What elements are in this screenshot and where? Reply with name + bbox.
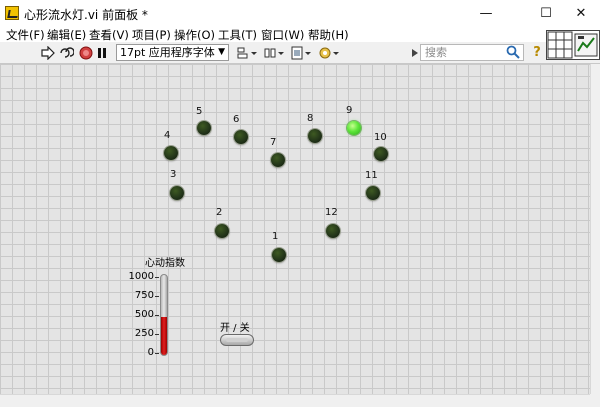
- align-objects-icon[interactable]: [236, 45, 258, 61]
- close-icon: ✕: [575, 5, 587, 21]
- led-label-12: 12: [325, 207, 338, 218]
- gauge-tick-label: 1000: [128, 271, 154, 282]
- horizontal-scrollbar[interactable]: [0, 394, 590, 407]
- led-2[interactable]: [215, 224, 229, 238]
- minimize-button[interactable]: —: [463, 0, 509, 26]
- resize-objects-icon[interactable]: [290, 45, 312, 61]
- led-10[interactable]: [374, 147, 388, 161]
- menu-view[interactable]: 查看(V): [89, 27, 129, 43]
- chevron-down-icon: ▼: [218, 47, 225, 57]
- led-label-4: 4: [164, 130, 171, 141]
- gauge-tick: [155, 315, 159, 316]
- minimize-icon: —: [479, 5, 493, 21]
- front-panel: [0, 64, 590, 394]
- labview-app-icon: [5, 6, 19, 20]
- led-3[interactable]: [170, 186, 184, 200]
- menu-window[interactable]: 窗口(W): [261, 27, 304, 43]
- menu-operate[interactable]: 操作(O): [174, 27, 215, 43]
- gauge-tick: [155, 353, 159, 354]
- search-icon[interactable]: [506, 45, 520, 59]
- close-button[interactable]: ✕: [558, 0, 600, 26]
- led-label-1: 1: [272, 231, 279, 242]
- gauge-tick: [155, 296, 159, 297]
- chevron-right-icon[interactable]: [410, 45, 420, 61]
- thermometer-fill: [161, 316, 167, 355]
- led-label-5: 5: [196, 106, 203, 117]
- menu-bar: 文件(F) 编辑(E) 查看(V) 项目(P) 操作(O) 工具(T) 窗口(W…: [0, 26, 600, 42]
- title-bar: 心形流水灯.vi 前面板 * — ☐ ✕: [0, 0, 600, 26]
- led-label-8: 8: [307, 113, 314, 124]
- menu-file[interactable]: 文件(F): [6, 27, 45, 43]
- led-7[interactable]: [271, 153, 285, 167]
- led-9[interactable]: [347, 121, 361, 135]
- run-arrow-icon[interactable]: [40, 45, 56, 61]
- led-label-10: 10: [374, 132, 387, 143]
- led-label-7: 7: [270, 137, 277, 148]
- switch-label: 开 / 关: [220, 323, 250, 334]
- pause-icon[interactable]: [94, 45, 110, 61]
- gauge-tick-label: 0: [147, 347, 154, 358]
- led-6[interactable]: [234, 130, 248, 144]
- menu-tools[interactable]: 工具(T): [218, 27, 257, 43]
- menu-help[interactable]: 帮助(H): [308, 27, 349, 43]
- led-12[interactable]: [326, 224, 340, 238]
- run-continuously-icon[interactable]: [58, 45, 74, 61]
- vertical-scrollbar[interactable]: [590, 64, 600, 394]
- font-dropdown[interactable]: 17pt 应用程序字体 ▼: [116, 44, 229, 61]
- reorder-icon[interactable]: [318, 45, 340, 61]
- font-dropdown-value: 17pt 应用程序字体: [120, 46, 215, 59]
- led-8[interactable]: [308, 129, 322, 143]
- led-5[interactable]: [197, 121, 211, 135]
- menu-project[interactable]: 项目(P): [132, 27, 171, 43]
- help-icon[interactable]: ?: [530, 45, 544, 60]
- gauge-tick: [155, 334, 159, 335]
- led-label-6: 6: [233, 114, 240, 125]
- thermometer-indicator[interactable]: [160, 274, 168, 356]
- gauge-tick-label: 250: [134, 328, 154, 339]
- scroll-corner: [590, 394, 600, 407]
- led-label-9: 9: [346, 105, 353, 116]
- distribute-objects-icon[interactable]: [263, 45, 285, 61]
- gauge-tick: [155, 277, 159, 278]
- abort-icon[interactable]: [78, 45, 94, 61]
- toolbar: 17pt 应用程序字体 ▼ 搜索 ?: [0, 42, 600, 64]
- on-off-switch[interactable]: [220, 334, 254, 346]
- window-title: 心形流水灯.vi 前面板 *: [24, 8, 148, 22]
- gauge-tick-label: 500: [134, 309, 154, 320]
- led-label-2: 2: [216, 207, 223, 218]
- led-label-11: 11: [365, 170, 378, 181]
- led-11[interactable]: [366, 186, 380, 200]
- gauge-tick-label: 750: [134, 290, 154, 301]
- vi-connector-icon[interactable]: [546, 30, 600, 60]
- led-label-3: 3: [170, 169, 177, 180]
- led-1[interactable]: [272, 248, 286, 262]
- maximize-icon: ☐: [540, 5, 552, 21]
- menu-edit[interactable]: 编辑(E): [47, 27, 86, 43]
- gauge-title: 心动指数: [145, 258, 185, 269]
- led-4[interactable]: [164, 146, 178, 160]
